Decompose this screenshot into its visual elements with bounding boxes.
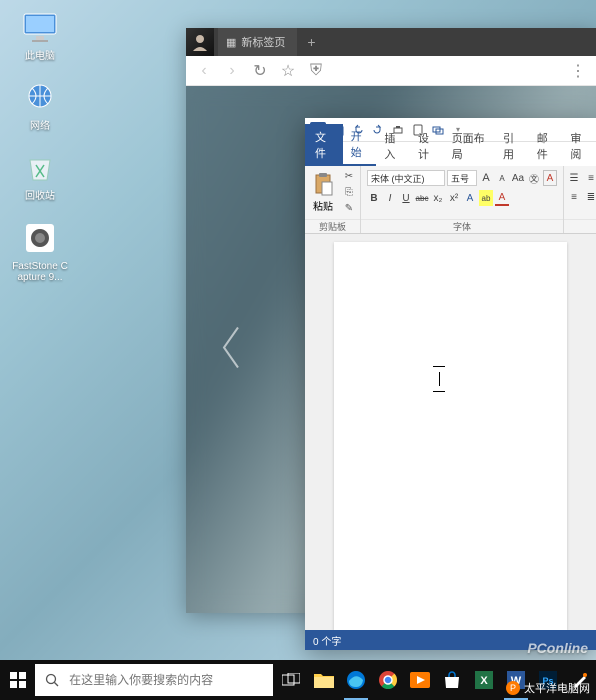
desktop-icon-network[interactable]: 网络	[10, 78, 70, 132]
font-name-select[interactable]: 宋体 (中文正)	[367, 170, 445, 186]
numbering-icon[interactable]: ≡	[584, 170, 596, 186]
brand-icon: P	[506, 681, 520, 695]
tab-review[interactable]: 审阅	[562, 126, 596, 166]
align-left-icon[interactable]: ≡	[567, 189, 581, 205]
paragraph-group: ☰ ≡ ≡ ≣	[564, 166, 596, 233]
search-input[interactable]	[69, 673, 273, 687]
recycle-icon	[20, 148, 60, 188]
more-button[interactable]: ⋮	[568, 61, 588, 81]
text-cursor	[439, 372, 440, 386]
desktop: 此电脑 网络 回收站 FastStone Capture 9... ▦ 新标签页…	[0, 0, 596, 700]
tab-references[interactable]: 引用	[495, 126, 529, 166]
start-button[interactable]	[0, 660, 35, 700]
new-tab-button[interactable]: +	[297, 28, 325, 56]
watermark: PConline	[527, 640, 588, 656]
favorite-button[interactable]: ☆	[278, 61, 298, 81]
tab-mailings[interactable]: 邮件	[529, 126, 563, 166]
group-caption: 剪贴板	[305, 219, 360, 233]
brand-label: 太平洋电脑网	[524, 680, 590, 696]
brand-badge: P 太平洋电脑网	[506, 680, 590, 696]
reload-button[interactable]: ↻	[250, 61, 270, 81]
tab-file[interactable]: 文件	[305, 124, 343, 166]
font-size-select[interactable]: 五号	[447, 170, 477, 186]
tab-insert[interactable]: 插入	[376, 126, 410, 166]
shrink-font-button[interactable]: A	[495, 170, 509, 186]
search-icon	[35, 673, 69, 688]
text-effects-button[interactable]: A	[463, 190, 477, 206]
copy-icon[interactable]: ⎘	[341, 186, 357, 200]
desktop-icon-label: 回收站	[25, 191, 55, 202]
ribbon: 粘贴 ✂ ⎘ ✎ 剪贴板 宋体 (中文正) 五号 A A	[305, 166, 596, 234]
app-icon	[20, 218, 60, 258]
taskbar-app-explorer[interactable]	[308, 660, 340, 700]
char-border-button[interactable]: A	[543, 170, 557, 186]
bullets-icon[interactable]: ☰	[567, 170, 581, 186]
tab-home[interactable]: 开始	[343, 124, 377, 166]
back-button[interactable]: ‹	[194, 61, 214, 81]
strike-button[interactable]: abc	[415, 190, 429, 206]
clipboard-group: 粘贴 ✂ ⎘ ✎ 剪贴板	[305, 166, 361, 233]
profile-avatar[interactable]	[186, 28, 214, 56]
browser-tab[interactable]: ▦ 新标签页	[218, 28, 297, 56]
word-count: 0 个字	[313, 633, 341, 648]
word-window: W ▾ 文件 开始 插入 设计 页面布局 引用 邮件 审阅 粘贴	[305, 118, 596, 650]
network-icon	[20, 78, 60, 118]
desktop-icon-computer[interactable]: 此电脑	[10, 8, 70, 62]
taskbar-app-video[interactable]	[404, 660, 436, 700]
tab-title: 新标签页	[241, 34, 285, 50]
desktop-icon-recycle[interactable]: 回收站	[10, 148, 70, 202]
group-caption	[564, 219, 596, 233]
font-group: 宋体 (中文正) 五号 A A Aa ㉆ A B I U abc x₂	[361, 166, 564, 233]
paste-icon	[313, 172, 333, 196]
cut-icon[interactable]: ✂	[341, 170, 357, 184]
desktop-icon-label: 网络	[30, 121, 50, 132]
taskbar-app-chrome[interactable]	[372, 660, 404, 700]
chevron-left-icon[interactable]	[216, 322, 246, 377]
tab-design[interactable]: 设计	[410, 126, 444, 166]
superscript-button[interactable]: x²	[447, 190, 461, 206]
svg-text:X: X	[480, 675, 488, 687]
grow-font-button[interactable]: A	[479, 170, 493, 186]
computer-icon	[20, 8, 60, 48]
taskbar-app-excel[interactable]: X	[468, 660, 500, 700]
tab-layout[interactable]: 页面布局	[444, 126, 495, 166]
italic-button[interactable]: I	[383, 190, 397, 206]
svg-text:P: P	[510, 683, 516, 693]
underline-button[interactable]: U	[399, 190, 413, 206]
subscript-button[interactable]: x₂	[431, 190, 445, 206]
task-view-button[interactable]	[273, 660, 308, 700]
grid-icon: ▦	[226, 36, 236, 49]
desktop-icon-label: 此电脑	[25, 51, 55, 62]
paste-label: 粘贴	[313, 198, 333, 213]
forward-button[interactable]: ›	[222, 61, 242, 81]
taskbar-app-edge[interactable]	[340, 660, 372, 700]
shield-icon[interactable]: ⛨	[306, 61, 326, 81]
format-painter-icon[interactable]: ✎	[341, 202, 357, 216]
phonetic-button[interactable]: ㉆	[527, 170, 541, 186]
taskbar-app-store[interactable]	[436, 660, 468, 700]
desktop-icon-faststone[interactable]: FastStone Capture 9...	[10, 218, 70, 283]
word-ribbon-tabs: 文件 开始 插入 设计 页面布局 引用 邮件 审阅	[305, 142, 596, 166]
desktop-icon-label: FastStone Capture 9...	[11, 261, 69, 283]
paste-button[interactable]: 粘贴	[308, 172, 338, 213]
taskbar: X W Ps P 太平洋电脑网	[0, 660, 596, 700]
bold-button[interactable]: B	[367, 190, 381, 206]
page[interactable]	[334, 242, 567, 630]
change-case-button[interactable]: Aa	[511, 170, 525, 186]
browser-titlebar[interactable]: ▦ 新标签页 +	[186, 28, 596, 56]
windows-icon	[10, 672, 26, 688]
group-caption: 字体	[361, 219, 563, 233]
browser-toolbar: ‹ › ↻ ☆ ⛨ ⋮	[186, 56, 596, 86]
search-box[interactable]	[35, 664, 273, 696]
font-color-button[interactable]: A	[495, 190, 509, 206]
document-area[interactable]	[305, 234, 596, 630]
highlight-button[interactable]: ab	[479, 190, 493, 206]
align-center-icon[interactable]: ≣	[584, 189, 596, 205]
